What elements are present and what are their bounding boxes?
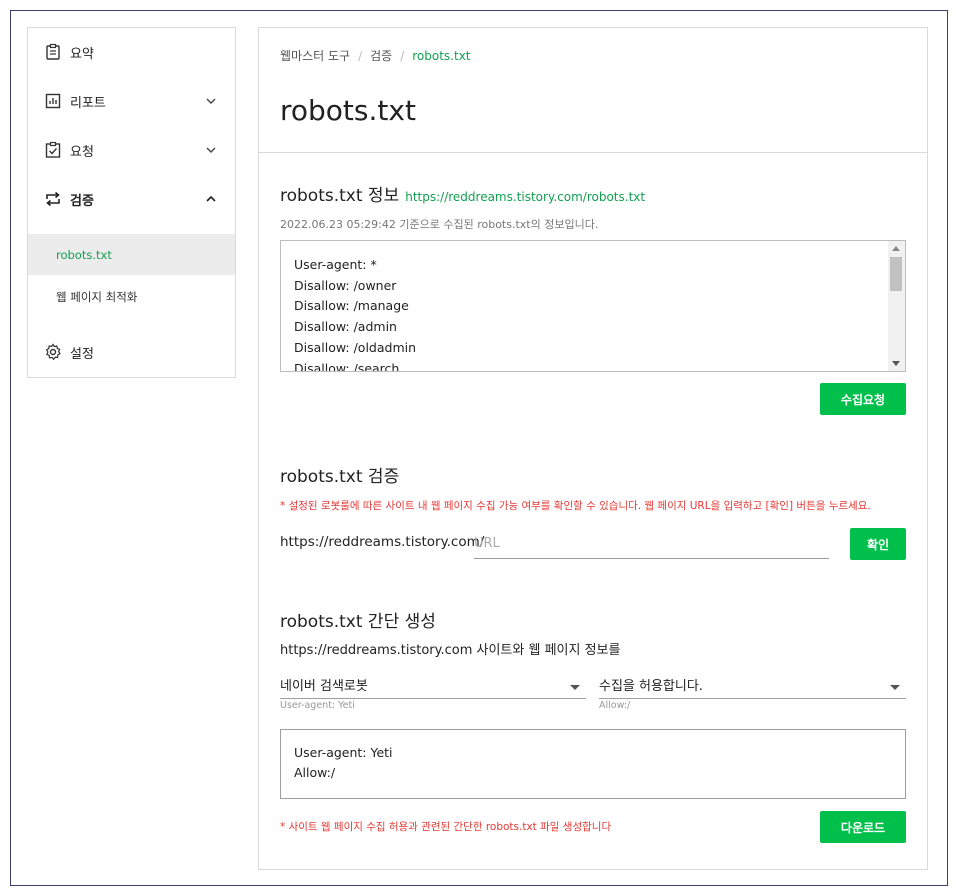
breadcrumb-current: robots.txt [412,49,471,63]
robots-line: Disallow: /owner [294,277,397,293]
clipboard-icon [46,43,60,60]
user-agent-select[interactable]: 네이버 검색로봇 [280,673,586,699]
breadcrumb-separator: / [400,49,405,63]
scrollbar[interactable] [888,241,905,371]
bar-chart-icon [45,93,61,109]
allow-hint: Allow:/ [599,700,631,711]
collected-info: 2022.06.23 05:29:42 기준으로 수집된 robots.txt의… [280,218,599,231]
sidebar-subitem-optimization[interactable]: 웹 페이지 최적화 [28,276,235,317]
dropdown-arrow-icon [570,685,580,690]
url-prefix: https://reddreams.tistory.com/ [280,534,485,550]
sidebar-item-report[interactable]: 리포트 [28,81,235,121]
info-title: robots.txt 정보 [280,186,400,206]
confirm-button[interactable]: 확인 [850,528,906,560]
gear-icon [45,343,61,361]
sidebar-item-summary[interactable]: 요약 [28,32,235,72]
chevron-up-icon [206,195,216,202]
verify-section-title: robots.txt 검증 [280,467,400,487]
sidebar-item-request[interactable]: 요청 [28,130,235,170]
generated-line: Allow:/ [294,765,336,780]
generate-section-title: robots.txt 간단 생성 [280,612,436,632]
dropdown-arrow-icon [890,685,900,690]
scroll-up-icon[interactable] [892,246,900,251]
allow-select[interactable]: 수집을 허용합니다. [599,673,906,699]
generate-note: * 사이트 웹 페이지 수집 허용과 관련된 간단한 robots.txt 파일… [280,821,612,833]
collect-request-button[interactable]: 수집요청 [820,383,906,415]
scroll-thumb[interactable] [890,257,902,291]
sidebar-item-verify[interactable]: 검증 [28,179,235,219]
breadcrumb-item[interactable]: 검증 [370,49,392,63]
sidebar-item-settings[interactable]: 설정 [28,332,235,372]
main-panel: 웹마스터 도구 / 검증 / robots.txt robots.txt robots.… [258,27,928,870]
sidebar-item-label: 검증 [70,193,94,209]
sidebar-subitem-robots[interactable]: robots.txt [28,234,235,275]
breadcrumb: 웹마스터 도구 / 검증 / robots.txt [280,47,471,64]
sidebar-item-label: 요약 [70,46,94,62]
page-header: 웹마스터 도구 / 검증 / robots.txt robots.txt [259,28,927,153]
sidebar-subitem-label: 웹 페이지 최적화 [56,289,138,304]
sidebar-subitem-label: robots.txt [56,247,112,262]
robots-content-box[interactable]: User-agent: * Disallow: /owner Disallow:… [280,240,906,372]
clipboard-check-icon [45,141,61,158]
sidebar-item-label: 요청 [70,144,94,160]
download-button[interactable]: 다운로드 [820,811,906,843]
robots-lines: User-agent: * Disallow: /owner Disallow:… [294,255,417,372]
robots-line: Disallow: /oldadmin [294,339,417,355]
breadcrumb-separator: / [358,49,363,63]
info-section-title: robots.txt 정보 https://reddreams.tistory.c… [280,181,645,206]
robots-line: Disallow: /search [294,360,400,372]
user-agent-hint: User-agent: Yeti [280,700,355,711]
user-agent-value: 네이버 검색로봇 [280,679,368,694]
robots-line: Disallow: /manage [294,298,409,314]
generate-description: https://reddreams.tistory.com 사이트와 웹 페이지… [280,643,621,658]
sidebar: 요약 리포트 요청 검증 robots.txt 웹 페이지 최적화 설정 [27,27,236,378]
url-input[interactable] [474,528,829,559]
robots-line: Disallow: /admin [294,319,397,335]
scroll-down-icon[interactable] [892,361,900,366]
generated-lines: User-agent: Yeti Allow:/ [294,743,393,783]
page-title: robots.txt [280,94,416,127]
robots-line: User-agent: * [294,257,377,272]
generated-output-box[interactable]: User-agent: Yeti Allow:/ [280,729,906,799]
generated-line: User-agent: Yeti [294,745,393,760]
breadcrumb-item[interactable]: 웹마스터 도구 [280,49,350,63]
robots-url-link[interactable]: https://reddreams.tistory.com/robots.txt [405,190,645,204]
sidebar-item-label: 리포트 [70,95,106,111]
allow-value: 수집을 허용합니다. [599,679,703,694]
chevron-down-icon [206,147,216,153]
verify-note: * 설정된 로봇룰에 따른 사이트 내 웹 페이지 수집 가능 여부를 확인할 … [280,500,871,512]
chevron-down-icon [206,98,216,104]
swap-arrows-icon [46,191,60,207]
sidebar-item-label: 설정 [70,346,94,362]
